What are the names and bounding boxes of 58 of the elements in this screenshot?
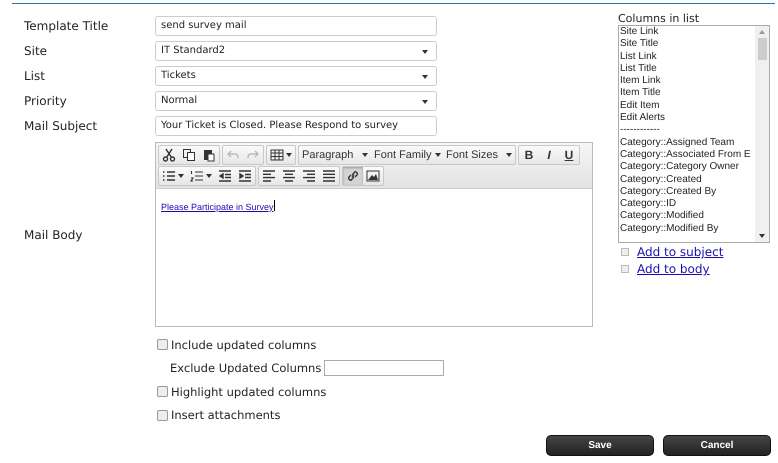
- field-label: Exclude Updated Columns: [169, 361, 322, 376]
- field-label: Site: [23, 44, 48, 58]
- link-icon[interactable]: [343, 167, 363, 185]
- text-field[interactable]: [324, 360, 444, 376]
- list-item[interactable]: Category::Category Owner: [620, 161, 755, 174]
- toolbar-dropdown[interactable]: Font Sizes: [443, 146, 515, 164]
- add-link[interactable]: Add to body: [637, 262, 710, 276]
- format-button[interactable]: B: [519, 146, 539, 164]
- list-item[interactable]: Site Link: [620, 26, 755, 38]
- dropdown[interactable]: Normal: [155, 90, 437, 110]
- caret-icon: [422, 74, 428, 78]
- column-listbox[interactable]: [618, 25, 770, 243]
- panel-title: Columns in list: [618, 12, 700, 25]
- toolbar-dropdown[interactable]: Paragraph: [299, 146, 371, 164]
- list-item[interactable]: List Title: [620, 62, 755, 76]
- field-label: Template Title: [23, 18, 110, 32]
- list-item[interactable]: Edit Alerts: [620, 112, 755, 124]
- checkbox[interactable]: [157, 410, 168, 421]
- field-label: List: [23, 68, 46, 82]
- dropdown[interactable]: IT Standard2: [155, 40, 437, 60]
- text-field[interactable]: send survey mail: [155, 16, 437, 36]
- list-item[interactable]: Category::ID: [620, 198, 755, 210]
- format-button[interactable]: U: [559, 146, 579, 164]
- list-item[interactable]: Category::Created: [620, 174, 755, 186]
- survey-link[interactable]: Please Participate in Survey: [161, 202, 274, 212]
- list-item[interactable]: Category::Modified: [620, 210, 755, 223]
- format-button[interactable]: I: [539, 146, 559, 164]
- list-item[interactable]: Site Title: [620, 38, 755, 51]
- checkbox[interactable]: [157, 339, 168, 350]
- list-item[interactable]: Category::Created By: [620, 186, 755, 198]
- checkbox-label: Insert attachments: [171, 408, 280, 422]
- caret-icon: [422, 50, 428, 54]
- caret-icon: [362, 153, 368, 157]
- checkbox-label: Include updated columns: [171, 338, 316, 352]
- text-field[interactable]: Your Ticket is Closed. Please Respond to survey: [155, 116, 437, 136]
- field-label: Mail Subject: [23, 118, 98, 132]
- caret-icon: [422, 100, 428, 104]
- list-item[interactable]: Category::Associated From E: [620, 148, 755, 162]
- list-item[interactable]: Item Link: [620, 75, 755, 88]
- add-link[interactable]: Add to subject: [637, 245, 724, 259]
- field-label: Mail Body: [23, 228, 84, 242]
- field-label: Priority: [23, 94, 68, 108]
- checkbox[interactable]: [157, 386, 168, 398]
- toolbar-dropdown[interactable]: Font Family: [371, 146, 443, 164]
- list-item[interactable]: List Link: [620, 50, 755, 63]
- list-item[interactable]: Category::Modified By: [620, 222, 755, 236]
- dropdown[interactable]: Tickets: [155, 66, 437, 86]
- caret-icon: [435, 153, 442, 157]
- action-button[interactable]: Cancel: [663, 435, 771, 456]
- caret-icon: [506, 153, 512, 157]
- scrollbar-thumb[interactable]: [758, 38, 766, 60]
- action-button[interactable]: Save: [546, 435, 654, 456]
- list-item[interactable]: Edit Item: [620, 100, 755, 112]
- list-item[interactable]: ------------: [620, 124, 755, 137]
- checkbox-label: Highlight updated columns: [171, 384, 326, 399]
- list-item[interactable]: Category::Assigned Team: [620, 136, 755, 149]
- scroll-down-icon[interactable]: [759, 234, 765, 238]
- list-item[interactable]: Item Title: [620, 87, 755, 100]
